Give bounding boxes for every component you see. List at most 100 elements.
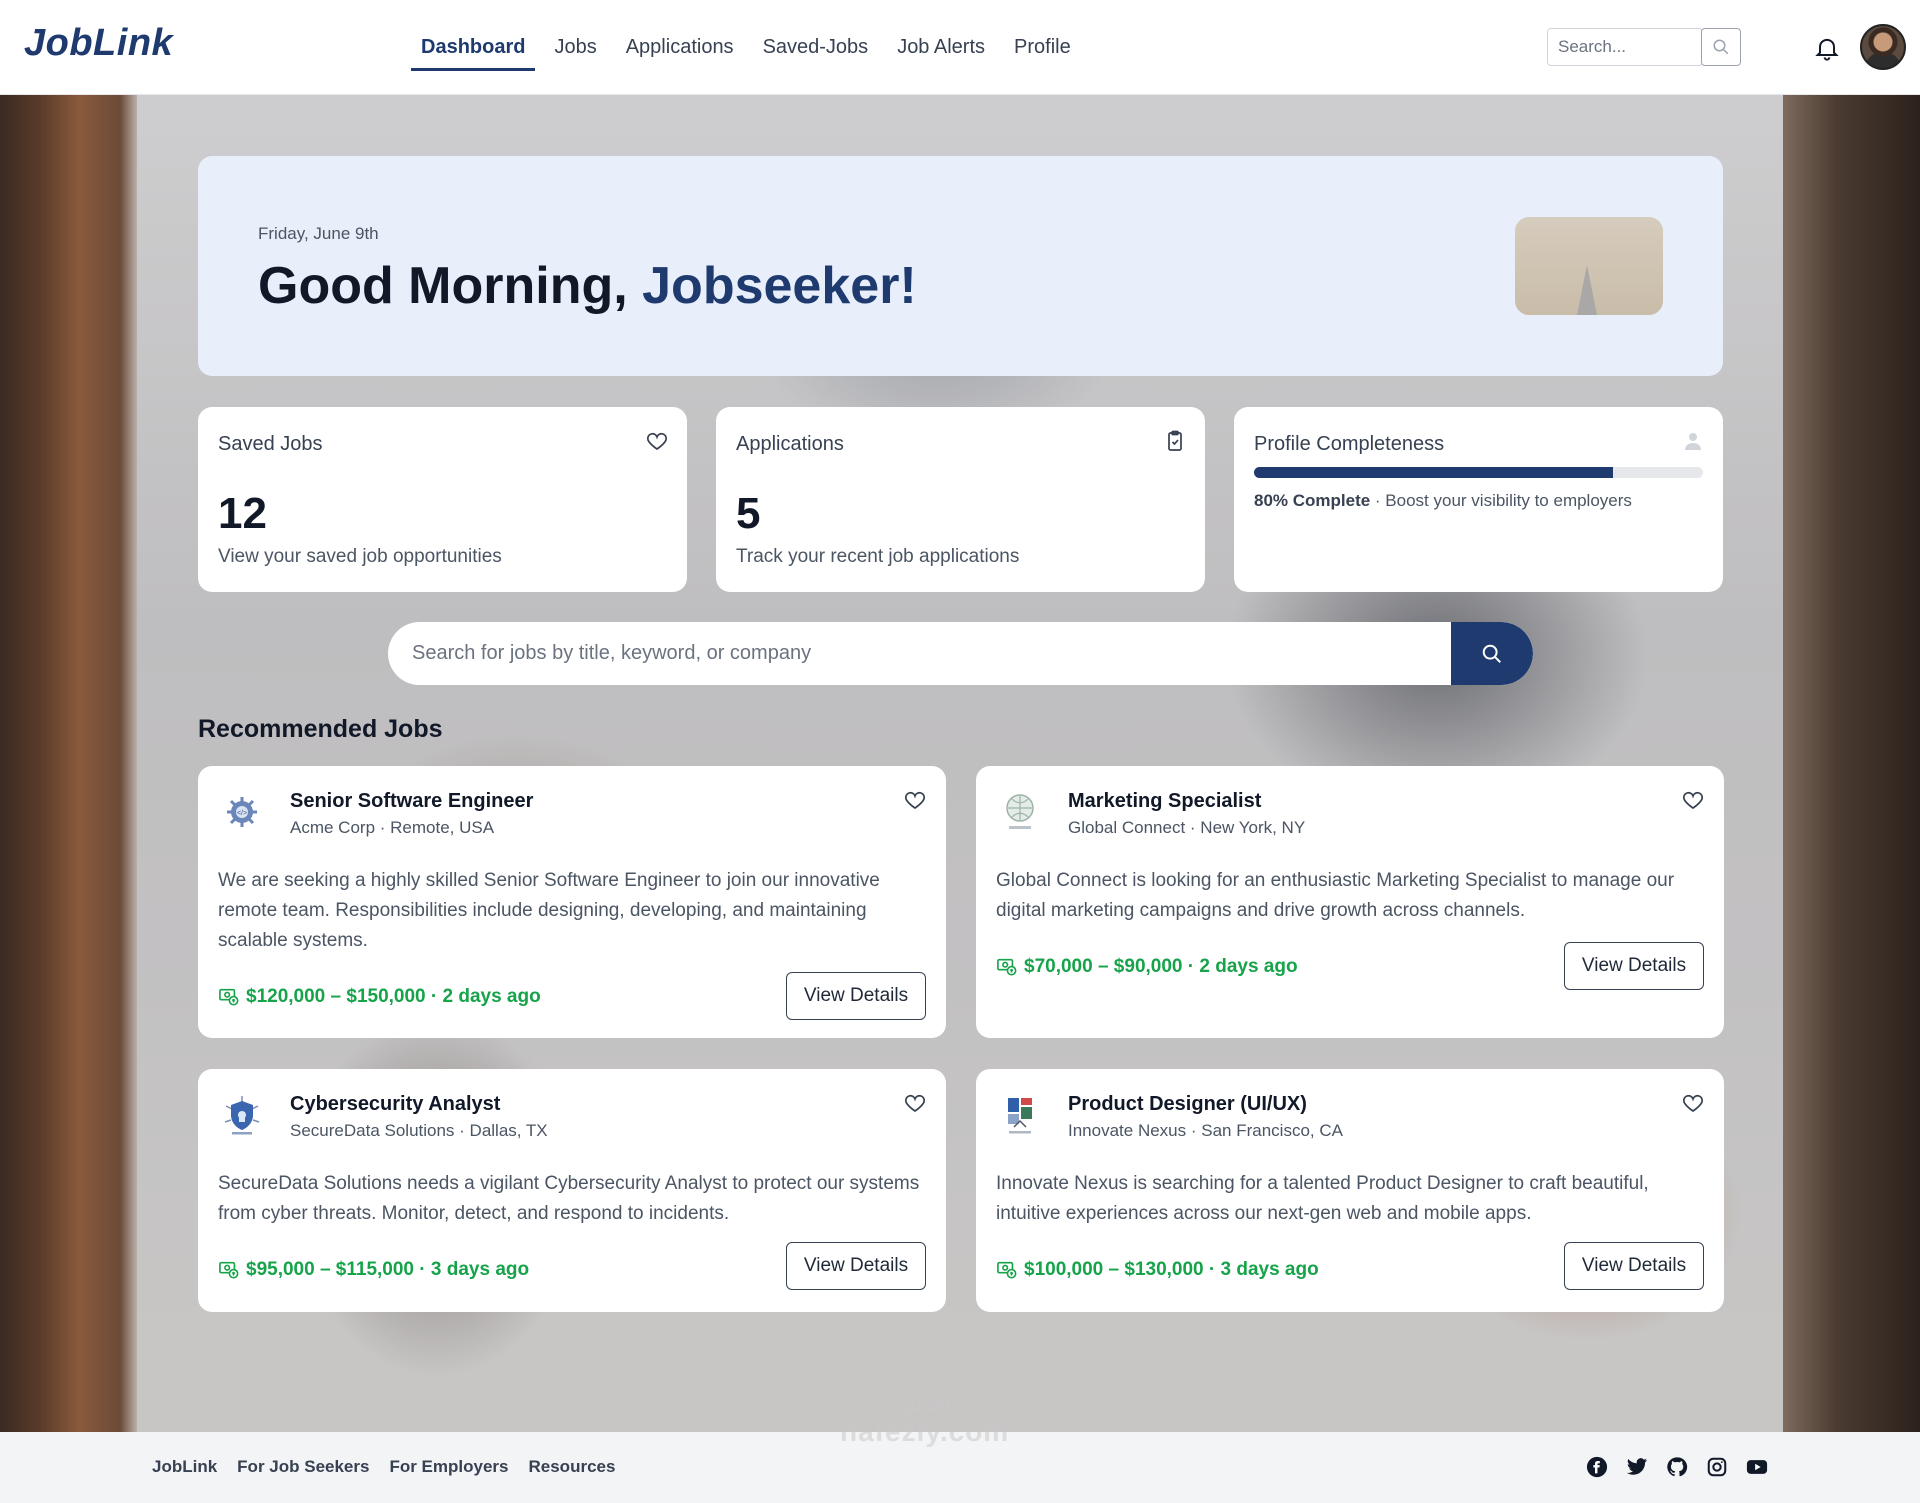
main-nav: Dashboard Jobs Applications Saved-Jobs J… bbox=[411, 32, 1090, 71]
avatar[interactable] bbox=[1860, 24, 1906, 70]
nav-search-input[interactable] bbox=[1548, 29, 1702, 65]
heart-icon[interactable] bbox=[902, 1091, 928, 1115]
heart-icon[interactable] bbox=[1680, 788, 1706, 812]
job-card[interactable]: Marketing Specialist Global Connect · Ne… bbox=[976, 766, 1724, 1038]
shield-icon bbox=[224, 1096, 260, 1135]
profile-progress-desc: · Boost your visibility to employers bbox=[1370, 491, 1632, 510]
recommended-jobs-heading: Recommended Jobs bbox=[198, 715, 443, 743]
profile-percent-label: 80% Complete bbox=[1254, 491, 1371, 510]
job-description: SecureData Solutions needs a vigilant Cy… bbox=[218, 1173, 920, 1224]
heart-icon[interactable] bbox=[902, 788, 928, 812]
company-location: Acme Corp · Remote, USA bbox=[290, 818, 495, 837]
heart-icon[interactable] bbox=[1680, 1091, 1706, 1115]
nav-link-applications[interactable]: Applications bbox=[616, 32, 744, 71]
salary-posted-text: $70,000 – $90,000 · 2 days ago bbox=[1024, 956, 1298, 977]
current-date: Friday, June 9th bbox=[258, 224, 379, 243]
company-location: Innovate Nexus · San Francisco, CA bbox=[1068, 1121, 1343, 1140]
profile-completeness-card[interactable]: Profile Completeness 80% Complete · Boos… bbox=[1234, 407, 1723, 592]
job-search-input[interactable] bbox=[388, 622, 1451, 685]
company-logo: </> bbox=[220, 790, 264, 834]
job-description: Innovate Nexus is searching for a talent… bbox=[996, 1173, 1649, 1224]
watermark-arabic: نفذلي bbox=[897, 1390, 952, 1415]
job-card[interactable]: Product Designer (UI/UX) Innovate Nexus … bbox=[976, 1069, 1724, 1312]
job-search-bar bbox=[388, 622, 1533, 685]
globe-icon bbox=[1006, 794, 1034, 829]
money-icon bbox=[997, 958, 1017, 976]
footer-link-job-seekers[interactable]: For Job Seekers bbox=[237, 1457, 369, 1477]
job-description: Global Connect is looking for an enthusi… bbox=[996, 870, 1675, 921]
salary-posted-text: $120,000 – $150,000 · 2 days ago bbox=[246, 986, 541, 1007]
watermark: نفذلي nafezly.com bbox=[840, 1390, 1009, 1448]
salary-posted: $100,000 – $130,000 · 3 days ago bbox=[996, 1259, 1319, 1281]
instagram-icon[interactable] bbox=[1706, 1456, 1728, 1478]
footer-link-joblink[interactable]: JobLink bbox=[152, 1457, 217, 1477]
logo[interactable]: JobLink bbox=[24, 22, 173, 65]
search-icon bbox=[1482, 644, 1501, 663]
profile-completeness-label: Profile Completeness bbox=[1254, 433, 1445, 455]
user-icon bbox=[1685, 433, 1701, 450]
saved-jobs-count: 12 bbox=[218, 489, 267, 538]
youtube-icon[interactable] bbox=[1746, 1456, 1768, 1478]
heart-icon bbox=[646, 432, 668, 451]
profile-progress-fill bbox=[1254, 467, 1614, 478]
money-icon bbox=[997, 1261, 1017, 1279]
nav-link-profile[interactable]: Profile bbox=[1004, 32, 1081, 71]
bell-icon[interactable] bbox=[1813, 33, 1841, 63]
job-search-button[interactable] bbox=[1451, 622, 1533, 685]
gear-code-icon: </> bbox=[227, 797, 257, 827]
nav-link-jobs[interactable]: Jobs bbox=[544, 32, 606, 71]
company-location: SecureData Solutions · Dallas, TX bbox=[290, 1121, 548, 1140]
company-location: Global Connect · New York, NY bbox=[1068, 818, 1306, 837]
nav-link-dashboard[interactable]: Dashboard bbox=[411, 32, 536, 71]
search-icon bbox=[1713, 39, 1729, 55]
facebook-icon[interactable] bbox=[1586, 1456, 1608, 1478]
applications-card[interactable]: Applications 5 Track your recent job app… bbox=[716, 407, 1205, 592]
job-title[interactable]: Marketing Specialist bbox=[1068, 790, 1261, 813]
nav-search-field bbox=[1547, 28, 1703, 66]
salary-posted-text: $95,000 – $115,000 · 3 days ago bbox=[246, 1259, 530, 1280]
user-name: Jobseeker! bbox=[642, 257, 917, 315]
money-icon bbox=[219, 988, 239, 1006]
profile-progress-text: 80% Complete · Boost your visibility to … bbox=[1254, 491, 1632, 511]
design-tools-icon bbox=[1008, 1098, 1032, 1134]
company-logo bbox=[998, 1093, 1042, 1137]
footer-link-employers[interactable]: For Employers bbox=[389, 1457, 508, 1477]
banner-illustration bbox=[1515, 217, 1663, 315]
salary-posted: $95,000 – $115,000 · 3 days ago bbox=[218, 1259, 529, 1281]
greeting-text: Good Morning, bbox=[258, 257, 643, 315]
top-navbar: JobLink Dashboard Jobs Applications Save… bbox=[0, 0, 1920, 95]
saved-jobs-description: View your saved job opportunities bbox=[218, 546, 502, 567]
job-card[interactable]: Cybersecurity Analyst SecureData Solutio… bbox=[198, 1069, 946, 1312]
applications-label: Applications bbox=[736, 433, 844, 455]
job-title[interactable]: Product Designer (UI/UX) bbox=[1068, 1093, 1307, 1116]
job-description: We are seeking a highly skilled Senior S… bbox=[218, 870, 880, 951]
job-card[interactable]: </> Senior Software Engineer Acme Corp ·… bbox=[198, 766, 946, 1038]
view-details-button[interactable]: View Details bbox=[1564, 942, 1704, 990]
saved-jobs-label: Saved Jobs bbox=[218, 433, 323, 455]
salary-posted: $70,000 – $90,000 · 2 days ago bbox=[996, 956, 1298, 978]
twitter-icon[interactable] bbox=[1626, 1456, 1648, 1478]
job-title[interactable]: Senior Software Engineer bbox=[290, 790, 533, 813]
footer-links: JobLink For Job Seekers For Employers Re… bbox=[152, 1457, 615, 1477]
company-logo bbox=[220, 1093, 264, 1137]
view-details-button[interactable]: View Details bbox=[1564, 1242, 1704, 1290]
svg-text:</>: </> bbox=[237, 810, 247, 817]
github-icon[interactable] bbox=[1666, 1456, 1688, 1478]
welcome-banner: Friday, June 9th Good Morning, Jobseeker… bbox=[198, 156, 1723, 376]
footer-link-resources[interactable]: Resources bbox=[529, 1457, 616, 1477]
job-title[interactable]: Cybersecurity Analyst bbox=[290, 1093, 500, 1116]
saved-jobs-card[interactable]: Saved Jobs 12 View your saved job opport… bbox=[198, 407, 687, 592]
view-details-button[interactable]: View Details bbox=[786, 1242, 926, 1290]
clipboard-check-icon bbox=[1168, 430, 1182, 451]
nav-link-job-alerts[interactable]: Job Alerts bbox=[887, 32, 995, 71]
view-details-button[interactable]: View Details bbox=[786, 972, 926, 1020]
salary-posted-text: $100,000 – $130,000 · 3 days ago bbox=[1024, 1259, 1319, 1280]
greeting-heading: Good Morning, Jobseeker! bbox=[258, 256, 917, 316]
watermark-latin: nafezly.com bbox=[840, 1416, 1010, 1447]
nav-link-saved-jobs[interactable]: Saved-Jobs bbox=[753, 32, 879, 71]
money-icon bbox=[219, 1261, 239, 1279]
applications-description: Track your recent job applications bbox=[736, 546, 1020, 567]
salary-posted: $120,000 – $150,000 · 2 days ago bbox=[218, 986, 541, 1008]
nav-search-button[interactable] bbox=[1701, 28, 1741, 66]
profile-progress-bar bbox=[1254, 467, 1703, 478]
